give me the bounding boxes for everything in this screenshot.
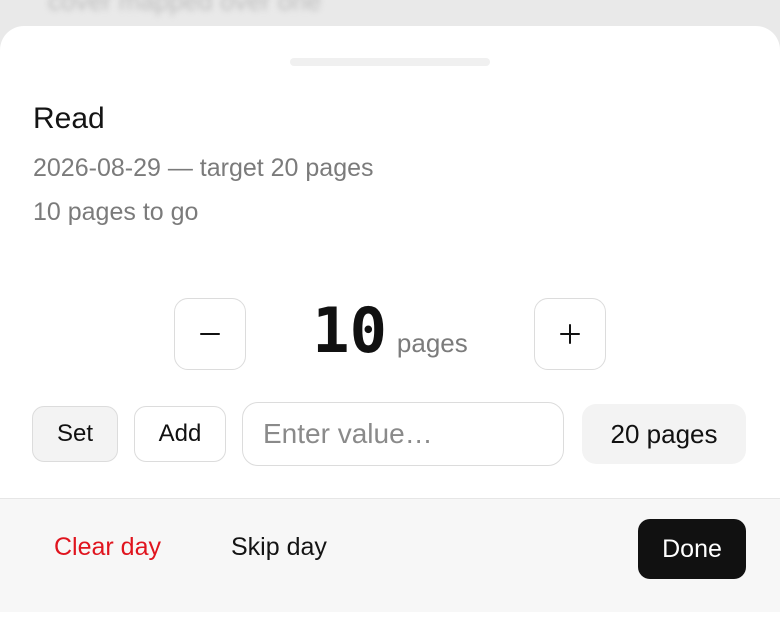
sheet-subtitle: 2026-08-29 — target 20 pages [33, 154, 374, 182]
plus-icon [560, 324, 580, 344]
backdrop-blurred-text: cover mapped over one [48, 0, 322, 16]
skip-day-button[interactable]: Skip day [231, 533, 327, 562]
minus-icon [200, 333, 220, 335]
remaining-text: 10 pages to go [33, 198, 199, 226]
sheet-footer: Clear day Skip day Done [0, 498, 780, 612]
sheet-grabber-handle[interactable] [290, 58, 490, 66]
increment-button[interactable] [534, 298, 606, 370]
bottom-sheet: Read 2026-08-29 — target 20 pages 10 pag… [0, 26, 780, 644]
stepper-value: 10 pages [250, 294, 530, 374]
sheet-bottom-area [0, 612, 780, 644]
value-input[interactable] [242, 402, 564, 466]
add-mode-button[interactable]: Add [134, 406, 226, 462]
decrement-button[interactable] [174, 298, 246, 370]
set-mode-button[interactable]: Set [32, 406, 118, 462]
clear-day-button[interactable]: Clear day [54, 533, 161, 562]
target-chip[interactable]: 20 pages [582, 404, 746, 464]
stepper-value-number: 10 [312, 294, 387, 367]
sheet-title: Read [33, 102, 105, 135]
stepper-value-unit: pages [396, 328, 468, 358]
done-button[interactable]: Done [638, 519, 746, 579]
